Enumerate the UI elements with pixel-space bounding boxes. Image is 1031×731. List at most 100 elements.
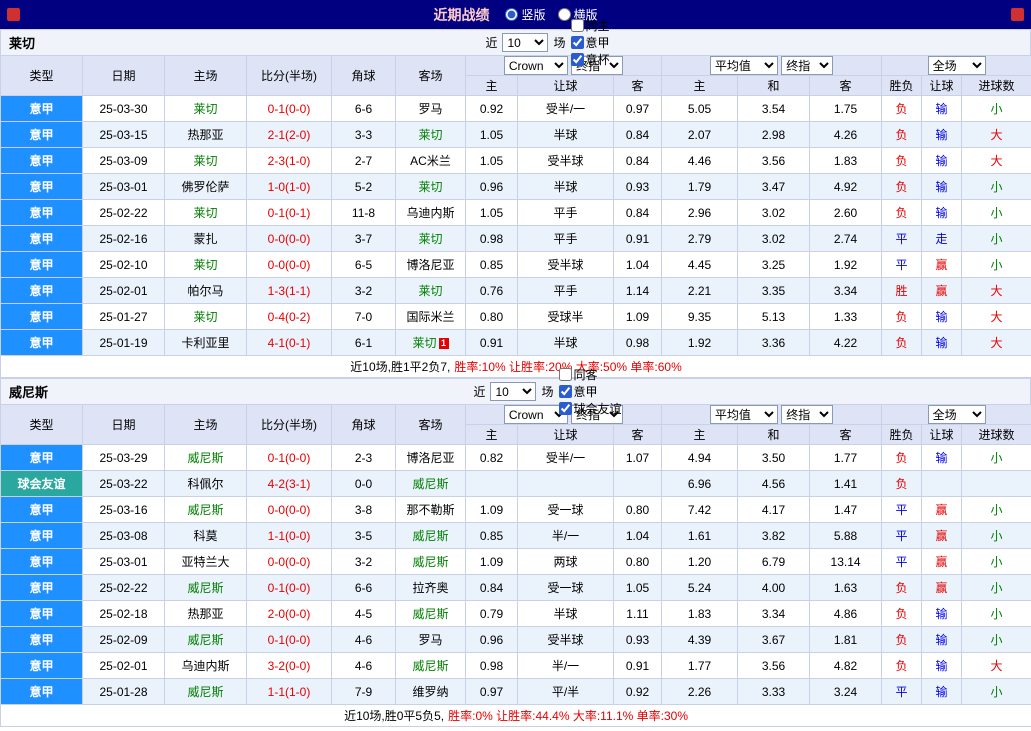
handicap-result-cell: 输 [922, 653, 962, 679]
filter-checkbox[interactable] [571, 36, 584, 49]
filter-checkbox-label: 意杯 [586, 51, 610, 68]
avg-draw-odds-cell: 4.56 [738, 471, 810, 497]
average-select[interactable]: 平均值 [710, 56, 778, 75]
goals-cell: 小 [962, 523, 1031, 549]
scope-select[interactable]: 全场 [928, 405, 986, 424]
filter-checkbox-item[interactable]: 同主 [571, 17, 610, 34]
score-cell: 2-3(1-0) [247, 148, 332, 174]
score-cell: 0-1(0-0) [247, 445, 332, 471]
avg-home-odds-cell: 1.20 [662, 549, 738, 575]
home-team-cell: 佛罗伦萨 [165, 174, 247, 200]
average-final-select[interactable]: 终指 [781, 405, 833, 424]
filter-checkbox-label: 同客 [574, 366, 598, 383]
avg-away-odds-cell: 1.83 [810, 148, 882, 174]
near-label: 近 [485, 34, 497, 51]
handicap-line-cell: 受半球 [518, 627, 614, 653]
handicap-odds-away-cell: 0.92 [614, 679, 662, 705]
average-final-select[interactable]: 终指 [781, 56, 833, 75]
handicap-odds-home-cell: 1.09 [466, 497, 518, 523]
handicap-line-cell: 受一球 [518, 497, 614, 523]
filter-checkbox-item[interactable]: 意杯 [571, 51, 610, 68]
match-row: 意甲25-03-16威尼斯0-0(0-0)3-8那不勒斯1.09受一球0.807… [1, 497, 1031, 523]
match-date-cell: 25-03-08 [83, 523, 165, 549]
filter-checkbox-item[interactable]: 意甲 [559, 383, 622, 400]
corner-cell: 5-2 [332, 174, 396, 200]
filter-checkbox[interactable] [559, 402, 572, 415]
avg-away-odds-cell: 1.81 [810, 627, 882, 653]
handicap-result-header: 让球 [922, 425, 962, 445]
odds-home-header: 主 [466, 76, 518, 96]
match-date-cell: 25-03-15 [83, 122, 165, 148]
avg-away-odds-cell: 2.74 [810, 226, 882, 252]
avg-away-odds-cell: 3.24 [810, 679, 882, 705]
match-type-cell: 意甲 [1, 304, 83, 330]
filter-checkbox-item[interactable]: 同客 [559, 366, 622, 383]
result-cell: 平 [882, 252, 922, 278]
filter-checkbox-item[interactable]: 意甲 [571, 34, 610, 51]
handicap-odds-away-cell: 0.80 [614, 549, 662, 575]
match-date-cell: 25-03-01 [83, 549, 165, 575]
match-type-cell: 意甲 [1, 523, 83, 549]
filter-checkbox[interactable] [559, 385, 572, 398]
home-team-cell: 威尼斯 [165, 679, 247, 705]
handicap-line-cell: 平手 [518, 200, 614, 226]
handicap-odds-home-cell: 0.85 [466, 523, 518, 549]
home-team-cell: 威尼斯 [165, 497, 247, 523]
avg-home-header: 主 [662, 425, 738, 445]
filter-checkbox[interactable] [571, 19, 584, 32]
handicap-result-cell: 输 [922, 445, 962, 471]
score-cell: 0-0(0-0) [247, 226, 332, 252]
match-type-cell: 意甲 [1, 653, 83, 679]
section-filter-bar: 威尼斯 近 10 场 同客意甲球会友谊 [0, 378, 1031, 404]
scope-select[interactable]: 全场 [928, 56, 986, 75]
recent-count-select[interactable]: 10 [490, 382, 536, 401]
handicap-result-cell: 输 [922, 148, 962, 174]
goals-cell: 小 [962, 226, 1031, 252]
result-cell: 负 [882, 148, 922, 174]
col-home-header: 主场 [165, 56, 247, 96]
corner-cell: 7-9 [332, 679, 396, 705]
match-type-cell: 意甲 [1, 122, 83, 148]
away-team-cell: 莱切 [396, 278, 466, 304]
goals-cell: 小 [962, 497, 1031, 523]
odds-away-header: 客 [614, 76, 662, 96]
filter-controls: 近 10 场 同主意甲意杯 [421, 17, 609, 68]
filter-checkbox-item[interactable]: 球会友谊 [559, 400, 622, 417]
rank-badge: 1 [439, 338, 449, 349]
avg-draw-odds-cell: 3.02 [738, 226, 810, 252]
filter-checkbox-label: 意甲 [586, 34, 610, 51]
result-header: 胜负 [882, 76, 922, 96]
handicap-odds-home-cell: 0.84 [466, 575, 518, 601]
odds-handicap-header: 让球 [518, 76, 614, 96]
goals-cell: 小 [962, 174, 1031, 200]
avg-away-odds-cell: 2.60 [810, 200, 882, 226]
avg-home-odds-cell: 1.77 [662, 653, 738, 679]
corner-cell: 2-7 [332, 148, 396, 174]
handicap-result-cell: 输 [922, 330, 962, 356]
filter-checkbox[interactable] [559, 368, 572, 381]
match-type-cell: 意甲 [1, 174, 83, 200]
score-cell: 1-1(0-0) [247, 523, 332, 549]
average-select[interactable]: 平均值 [710, 405, 778, 424]
corner-cell: 4-6 [332, 653, 396, 679]
result-cell: 负 [882, 122, 922, 148]
avg-home-odds-cell: 4.94 [662, 445, 738, 471]
handicap-odds-home-cell: 1.05 [466, 200, 518, 226]
handicap-line-cell: 半球 [518, 174, 614, 200]
avg-away-odds-cell: 4.22 [810, 330, 882, 356]
handicap-line-cell: 半球 [518, 122, 614, 148]
scope-header: 全场 [882, 56, 1031, 76]
handicap-line-cell: 半/一 [518, 653, 614, 679]
handicap-odds-home-cell: 0.76 [466, 278, 518, 304]
avg-away-odds-cell: 1.75 [810, 96, 882, 122]
away-team-cell: 拉齐奥 [396, 575, 466, 601]
goals-cell: 小 [962, 252, 1031, 278]
col-date-header: 日期 [83, 56, 165, 96]
avg-home-odds-cell: 6.96 [662, 471, 738, 497]
score-cell: 0-1(0-1) [247, 200, 332, 226]
filter-checkbox[interactable] [571, 53, 584, 66]
recent-count-select[interactable]: 10 [502, 33, 548, 52]
match-type-cell: 意甲 [1, 278, 83, 304]
games-label: 场 [553, 34, 565, 51]
away-team-cell: 威尼斯 [396, 523, 466, 549]
